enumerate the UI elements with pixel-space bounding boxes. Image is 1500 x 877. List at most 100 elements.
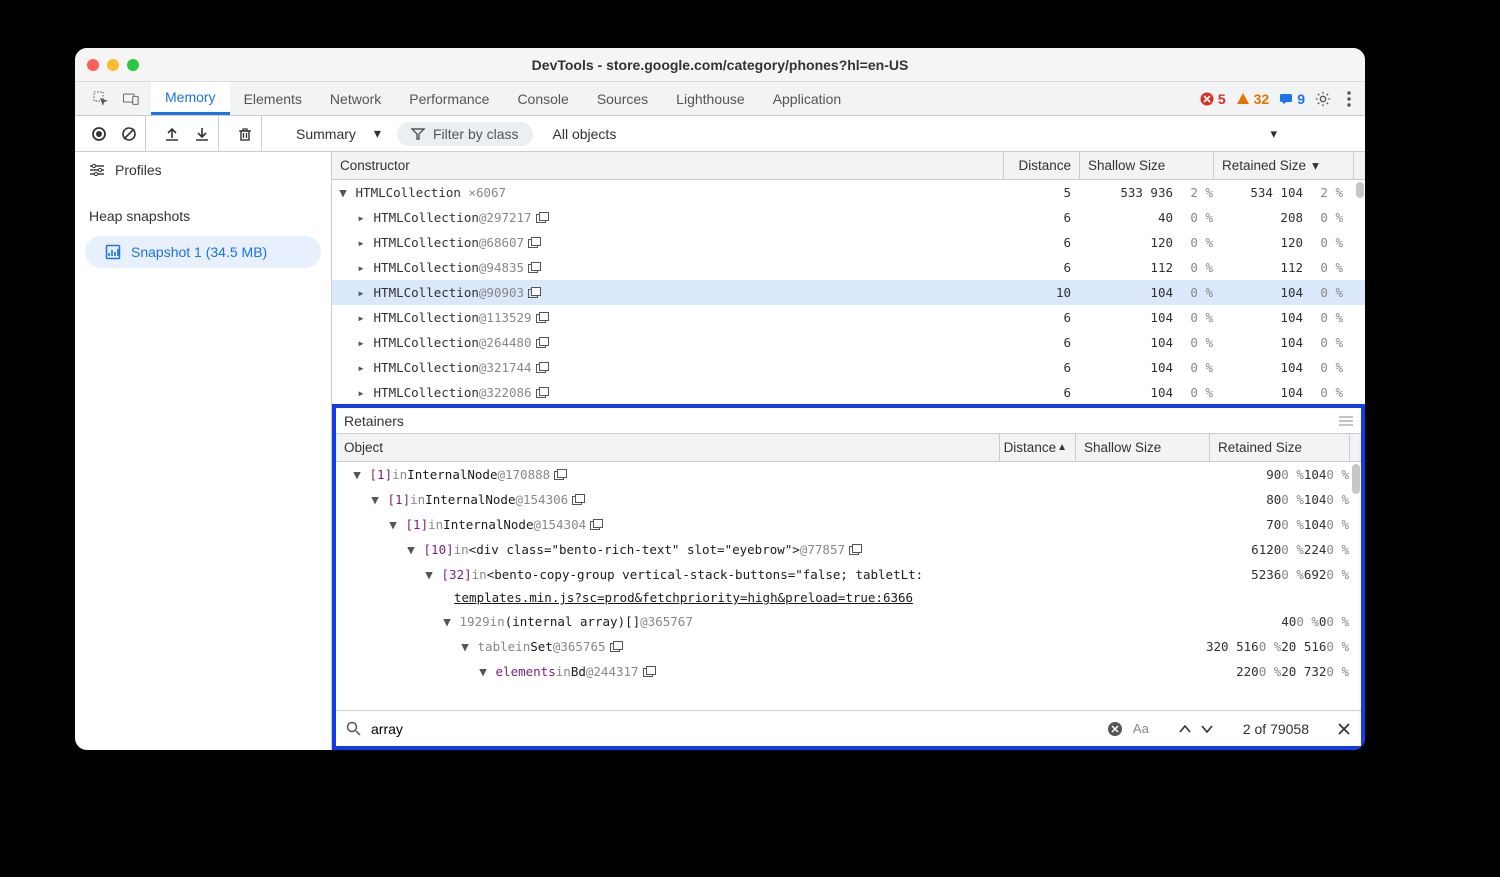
window-title: DevTools - store.google.com/category/pho… [139, 57, 1301, 73]
scrollbar[interactable] [1351, 462, 1361, 710]
menu-icon[interactable] [1339, 416, 1353, 426]
constructor-group-row[interactable]: ▼ HTMLCollection ×6067 5 533 9362 % 534 … [332, 180, 1365, 205]
col-distance[interactable]: Distance [1003, 152, 1079, 179]
expand-icon[interactable]: ▸ [356, 235, 366, 250]
tab-application[interactable]: Application [759, 82, 856, 115]
table-row[interactable]: ▸ HTMLCollection @32208661040 %1040 % [332, 380, 1365, 404]
table-row[interactable]: ▸ HTMLCollection @6860761200 %1200 % [332, 230, 1365, 255]
search-icon [346, 721, 361, 736]
upload-icon[interactable] [164, 126, 180, 142]
collapse-icon[interactable]: ▼ [370, 492, 380, 507]
table-row[interactable]: ▸ HTMLCollection @11352961040 %1040 % [332, 305, 1365, 330]
table-row[interactable]: ▸ HTMLCollection @2972176400 %2080 % [332, 205, 1365, 230]
next-match-icon[interactable] [1201, 724, 1213, 734]
expand-icon[interactable]: ▸ [356, 385, 366, 400]
retainer-row[interactable]: ▼ [1] in InternalNode @154306800 %1040 % [336, 487, 1361, 512]
expand-icon[interactable]: ▸ [356, 360, 366, 375]
retainer-row[interactable]: ▼ table in Set @365765320 5160 %20 5160 … [336, 634, 1361, 659]
record-icon[interactable] [91, 126, 107, 142]
popout-icon[interactable] [586, 519, 603, 530]
collapse-icon[interactable]: ▼ [442, 614, 452, 629]
retainer-row[interactable]: ▼ [10] in <div class="bento-rich-text" s… [336, 537, 1361, 562]
col-object[interactable]: Object [336, 434, 999, 461]
class-filter[interactable]: Filter by class [397, 122, 533, 146]
zoom-window-button[interactable] [127, 59, 139, 71]
popout-icon[interactable] [532, 312, 549, 323]
col-shallow[interactable]: Shallow Size [1079, 152, 1213, 179]
popout-icon[interactable] [532, 362, 549, 373]
message-count[interactable]: 9 [1279, 91, 1305, 107]
warning-count[interactable]: 32 [1236, 91, 1270, 107]
clear-search-icon[interactable] [1107, 721, 1123, 737]
col-retained[interactable]: Retained Size▾ [1213, 152, 1353, 179]
table-row[interactable]: ▸ HTMLCollection @26448061040 %1040 % [332, 330, 1365, 355]
download-icon[interactable] [194, 126, 210, 142]
popout-icon[interactable] [639, 666, 656, 677]
view-select[interactable]: Summary▾ [290, 125, 387, 142]
popout-icon[interactable] [845, 544, 862, 555]
error-count[interactable]: 5 [1200, 91, 1226, 107]
chevron-down-icon[interactable]: ▾ [1270, 126, 1357, 142]
tab-sources[interactable]: Sources [583, 82, 662, 115]
popout-icon[interactable] [532, 337, 549, 348]
prev-match-icon[interactable] [1179, 724, 1191, 734]
tab-console[interactable]: Console [503, 82, 582, 115]
device-icon[interactable] [123, 91, 139, 107]
collapse-icon[interactable]: ▼ [460, 639, 470, 654]
popout-icon[interactable] [606, 641, 623, 652]
popout-icon[interactable] [524, 237, 541, 248]
search-bar: Aa 2 of 79058 [336, 710, 1361, 746]
popout-icon[interactable] [532, 387, 549, 398]
collapse-icon[interactable]: ▼ [388, 517, 398, 532]
expand-icon[interactable]: ▸ [356, 210, 366, 225]
popout-icon[interactable] [550, 469, 567, 480]
collapse-icon[interactable]: ▼ [478, 664, 488, 679]
filter-placeholder: Filter by class [433, 126, 519, 142]
retainer-row[interactable]: ▼ [32] in <bento-copy-group vertical-sta… [336, 562, 1361, 587]
profiles-heading[interactable]: Profiles [75, 154, 331, 186]
close-search-icon[interactable] [1337, 722, 1351, 736]
col-shallow-r[interactable]: Shallow Size [1075, 434, 1209, 461]
retainer-row[interactable]: ▼ [1] in InternalNode @170888900 %1040 % [336, 462, 1361, 487]
expand-icon[interactable]: ▸ [356, 260, 366, 275]
table-row[interactable]: ▸ HTMLCollection @90903101040 %1040 % [332, 280, 1365, 305]
search-input[interactable] [371, 721, 1097, 737]
tab-memory[interactable]: Memory [151, 82, 230, 115]
scrollbar[interactable] [1355, 180, 1365, 404]
settings-icon[interactable] [1315, 91, 1331, 107]
expand-icon[interactable]: ▸ [356, 285, 366, 300]
popout-icon[interactable] [524, 262, 541, 273]
minimize-window-button[interactable] [107, 59, 119, 71]
close-window-button[interactable] [87, 59, 99, 71]
retainer-row[interactable]: ▼ [1] in InternalNode @154304700 %1040 % [336, 512, 1361, 537]
expand-icon[interactable]: ▼ [338, 185, 348, 200]
tab-elements[interactable]: Elements [230, 82, 316, 115]
tab-performance[interactable]: Performance [395, 82, 503, 115]
snapshot-item[interactable]: Snapshot 1 (34.5 MB) [85, 236, 321, 268]
col-retained-r[interactable]: Retained Size [1209, 434, 1349, 461]
retainer-row[interactable]: ▼ elements in Bd @2443172200 %20 7320 % [336, 659, 1361, 684]
popout-icon[interactable] [524, 287, 541, 298]
popout-icon[interactable] [532, 212, 549, 223]
traffic-lights [87, 59, 139, 71]
col-distance-r[interactable]: Distance▲ [999, 434, 1075, 461]
expand-icon[interactable]: ▸ [356, 310, 366, 325]
collapse-icon[interactable]: ▼ [406, 542, 416, 557]
table-row[interactable]: ▸ HTMLCollection @32174461040 %1040 % [332, 355, 1365, 380]
collapse-icon[interactable]: ▼ [424, 567, 434, 582]
objects-select[interactable]: All objects [547, 126, 623, 142]
retainer-row[interactable]: ▼ 1929 in (internal array)[] @365767400 … [336, 609, 1361, 634]
inspect-icon[interactable] [93, 91, 109, 107]
tab-lighthouse[interactable]: Lighthouse [662, 82, 759, 115]
popout-icon[interactable] [568, 494, 585, 505]
gc-icon[interactable] [237, 126, 253, 142]
table-row[interactable]: ▸ HTMLCollection @9483561120 %1120 % [332, 255, 1365, 280]
match-case-toggle[interactable]: Aa [1133, 721, 1149, 736]
col-constructor[interactable]: Constructor [332, 152, 1003, 179]
tab-network[interactable]: Network [316, 82, 395, 115]
more-icon[interactable] [1341, 91, 1357, 107]
collapse-icon[interactable]: ▼ [352, 467, 362, 482]
clear-icon[interactable] [121, 126, 137, 142]
expand-icon[interactable]: ▸ [356, 335, 366, 350]
sort-desc-icon: ▾ [1312, 158, 1319, 174]
